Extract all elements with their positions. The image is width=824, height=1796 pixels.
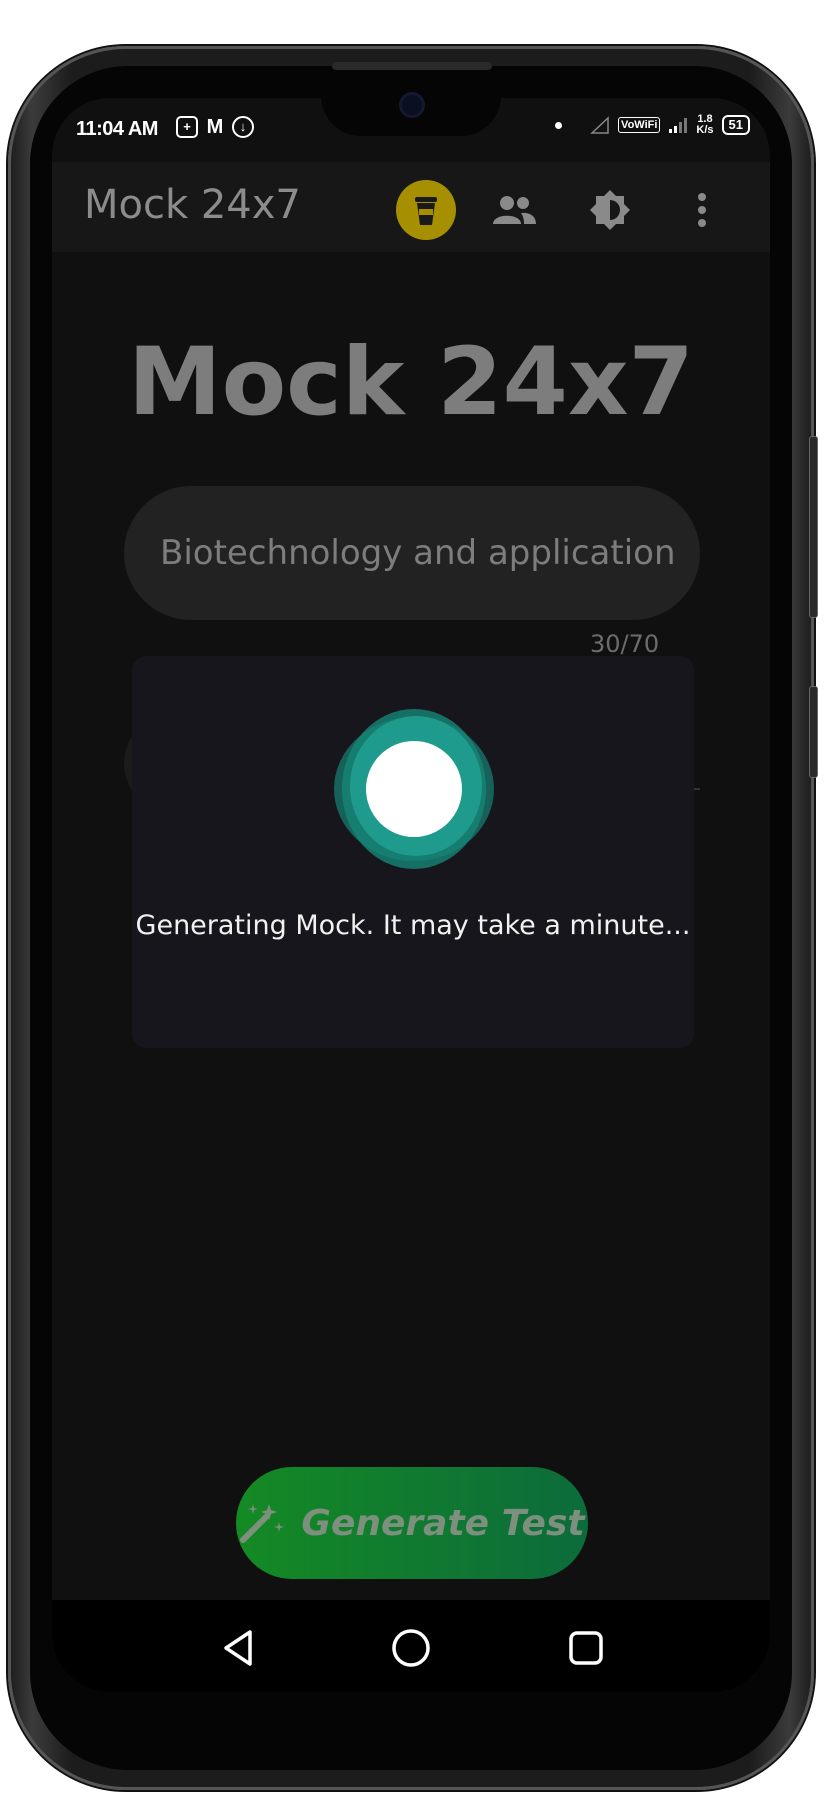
app-bar: Mock 24x7 — [52, 162, 770, 252]
speed-unit: K/s — [696, 124, 714, 136]
brightness-icon — [590, 190, 630, 230]
screen: 11:04 AM + M ↓ VoWiFi 1.8 K/s 51 Mock 24… — [52, 98, 770, 1692]
gmail-icon: M — [206, 116, 224, 138]
front-camera — [402, 95, 422, 115]
recents-icon — [569, 1631, 603, 1665]
battery-indicator: 51 — [721, 115, 750, 135]
magic-wand-icon — [240, 1504, 285, 1543]
vowifi-badge: VoWiFi — [618, 117, 661, 133]
nav-back-button[interactable] — [216, 1626, 260, 1670]
generate-test-label: Generate Test — [301, 1502, 585, 1544]
system-icons: VoWiFi 1.8 K/s 51 — [555, 114, 750, 136]
generate-test-button[interactable]: Generate Test — [236, 1467, 588, 1579]
nav-home-button[interactable] — [389, 1626, 433, 1670]
home-icon — [392, 1629, 430, 1667]
loading-message: Generating Mock. It may take a minute... — [135, 910, 691, 941]
topic-input[interactable]: Biotechnology and application — [124, 486, 700, 620]
buy-coffee-button[interactable] — [396, 180, 456, 240]
community-button[interactable] — [488, 184, 540, 236]
download-icon: ↓ — [232, 116, 254, 138]
power-button — [809, 686, 818, 778]
signal-empty-icon — [590, 116, 609, 134]
back-icon — [224, 1630, 252, 1666]
status-time: 11:04 AM — [76, 118, 158, 140]
app-bar-title: Mock 24x7 — [84, 182, 301, 228]
more-vert-icon — [698, 193, 706, 227]
network-speed: 1.8 K/s — [696, 114, 713, 136]
group-icon — [493, 196, 536, 224]
battery-saver-icon: + — [176, 116, 198, 138]
coffee-icon — [415, 197, 437, 225]
hero-title: Mock 24x7 — [128, 328, 694, 437]
signal-bars-icon — [669, 118, 688, 133]
nav-recents-button[interactable] — [564, 1626, 608, 1670]
loading-spinner — [331, 706, 497, 872]
earpiece-speaker — [332, 62, 492, 70]
notification-dot-icon — [555, 121, 563, 129]
loading-dialog: Generating Mock. It may take a minute... — [132, 656, 694, 1048]
spinner-blob-icon — [334, 709, 494, 869]
system-nav-bar — [52, 1600, 770, 1692]
volume-button — [809, 436, 818, 618]
notification-icons: + M ↓ — [176, 116, 254, 138]
theme-toggle-button[interactable] — [584, 184, 636, 236]
overflow-menu-button[interactable] — [676, 184, 728, 236]
char-counter: 30/70 — [590, 630, 660, 658]
